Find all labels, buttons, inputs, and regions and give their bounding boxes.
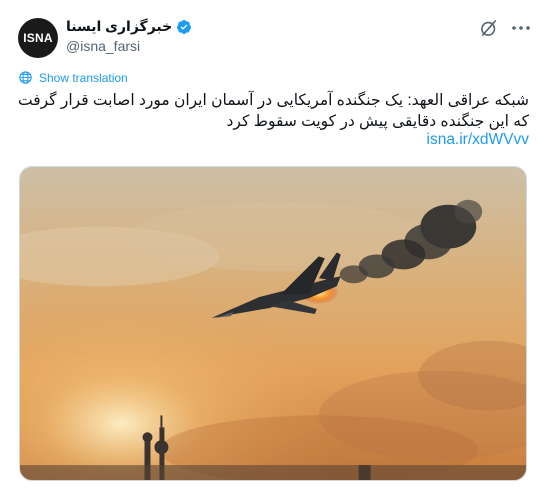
globe-icon (19, 71, 32, 84)
display-name[interactable]: خبرگزاری ایسنا (66, 18, 172, 35)
tweet-text: شبکه عراقی العهد: یک جنگنده آمریکایی در … (17, 92, 529, 130)
verified-badge-icon (177, 19, 192, 34)
account-handle[interactable]: @isna_farsi (66, 38, 140, 54)
show-translation-button[interactable]: Show translation (18, 70, 128, 85)
more-options-icon[interactable] (510, 18, 532, 38)
account-name-row[interactable]: خبرگزاری ایسنا (66, 18, 192, 35)
show-translation-label: Show translation (39, 70, 128, 85)
tweet-link[interactable]: isna.ir/xdWVvv (427, 131, 530, 149)
avatar[interactable]: ISNA (18, 18, 58, 58)
tweet-image[interactable] (19, 166, 527, 481)
grok-icon[interactable] (479, 18, 499, 38)
